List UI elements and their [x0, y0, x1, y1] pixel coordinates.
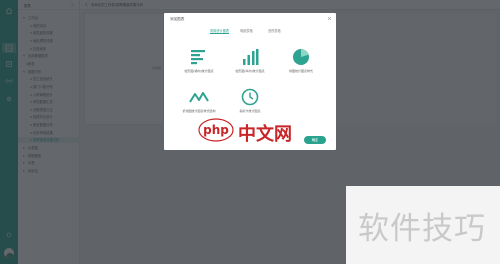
chart-type-tabs: 常用统计图表 明细表格 透视表格: [204, 28, 324, 36]
close-icon[interactable]: [327, 16, 332, 21]
chart-option-label: 指标卡统计图表: [239, 109, 261, 113]
php-cn-watermark: php 中文网: [198, 118, 308, 145]
corner-watermark: 软件技巧: [346, 186, 500, 264]
tab-common-charts[interactable]: 常用统计图表: [210, 28, 230, 34]
chart-option-horizontal-bar[interactable]: 柱形图(横向)统计图表: [176, 46, 222, 80]
clock-icon: [240, 88, 260, 106]
chart-option-pie[interactable]: 饼图统计图表样式: [278, 46, 324, 80]
vertical-bar-chart-icon: [240, 48, 260, 66]
chart-option-label: 折线图统计图表样式结构: [182, 109, 216, 113]
dialog-title: 添加图表: [170, 17, 185, 21]
tab-detail-table[interactable]: 明细表格: [240, 28, 253, 34]
php-logo-text: php: [203, 123, 229, 137]
php-logo: php: [198, 118, 234, 142]
pie-chart-icon: [291, 48, 311, 66]
line-chart-icon: [189, 88, 209, 106]
chart-option-label: 饼图统计图表样式: [288, 69, 313, 73]
chart-option-vertical-bar[interactable]: 柱形图(纵向)统计图表: [227, 46, 273, 80]
horizontal-bar-chart-icon: [189, 48, 209, 66]
tab-pivot-table[interactable]: 透视表格: [268, 28, 281, 34]
corner-watermark-text: 软件技巧: [358, 211, 486, 247]
chart-option-label: 柱形图(横向)统计图表: [184, 69, 214, 73]
chart-option-line[interactable]: 折线图统计图表样式结构: [176, 86, 222, 120]
php-cn-text: 中文网: [238, 124, 292, 145]
chart-option-label: 柱形图(纵向)统计图表: [235, 69, 265, 73]
chart-option-kpi[interactable]: 指标卡统计图表: [227, 86, 273, 120]
